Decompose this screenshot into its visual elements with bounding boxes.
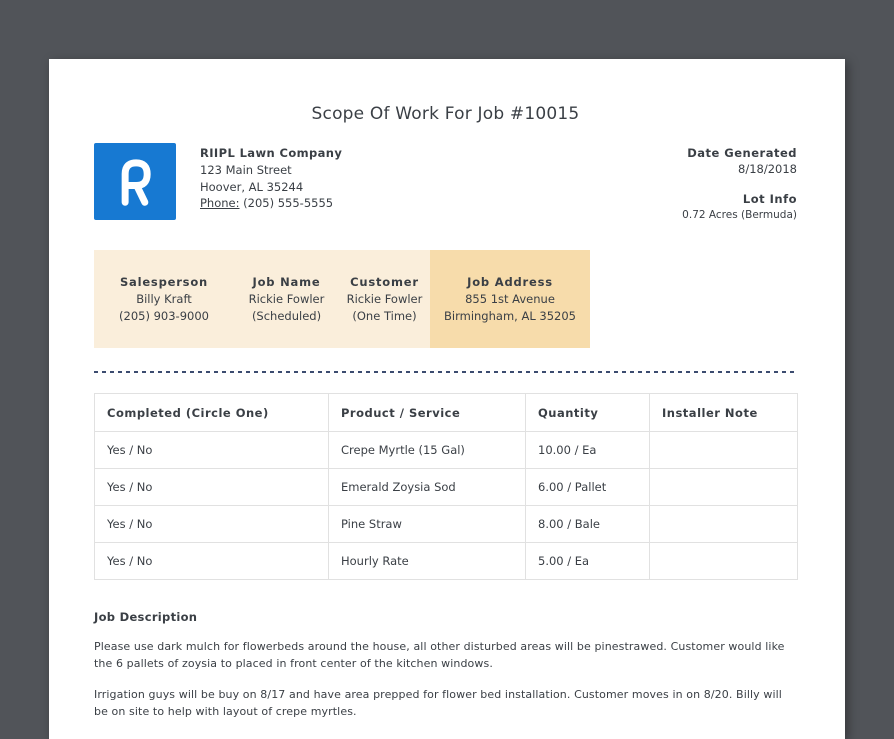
header-completed: Completed (Circle One) (94, 393, 329, 432)
dashed-divider (94, 371, 797, 373)
company-name: RIIPL Lawn Company (200, 146, 343, 160)
company-info: RIIPL Lawn Company 123 Main Street Hoove… (200, 143, 342, 212)
cell-installer-note (649, 468, 798, 506)
document-page: Scope Of Work For Job #10015 RIIPL Lawn … (49, 59, 845, 739)
salesperson-label: Salesperson (119, 275, 209, 289)
lot-info-label: Lot Info (742, 192, 797, 206)
date-generated-label: Date Generated (687, 146, 797, 160)
cell-product: Emerald Zoysia Sod (328, 468, 526, 506)
job-address-line2: Birmingham, AL 35205 (444, 308, 576, 323)
header-installer-note: Installer Note (649, 393, 798, 432)
salesperson-name: Billy Kraft (136, 292, 192, 306)
date-generated-value: 8/18/2018 (738, 162, 797, 176)
job-address-line1: 855 1st Avenue (465, 292, 555, 306)
table-header-row: Completed (Circle One) Product / Service… (94, 393, 798, 432)
cell-completed: Yes / No (94, 431, 329, 469)
cell-completed: Yes / No (94, 505, 329, 543)
phone-value: (205) 555-5555 (239, 196, 334, 210)
cell-quantity: 8.00 / Bale (525, 505, 650, 543)
job-name-status: (Scheduled) (251, 308, 322, 323)
job-description-heading: Job Description (94, 610, 198, 624)
cell-installer-note (649, 431, 798, 469)
job-description-paragraph-2: Irrigation guys will be buy on 8/17 and … (94, 688, 782, 718)
page-title: Scope Of Work For Job #10015 (311, 104, 580, 124)
cell-quantity: 5.00 / Ea (525, 542, 650, 580)
job-info-salesperson: Salesperson Billy Kraft (205) 903-9000 (94, 250, 234, 348)
job-info-customer: Customer Rickie Fowler (One Time) (339, 250, 430, 348)
job-info-job-name: Job Name Rickie Fowler (Scheduled) (234, 250, 339, 348)
salesperson-phone: (205) 903-9000 (119, 308, 209, 323)
job-info-job-address: Job Address 855 1st Avenue Birmingham, A… (430, 250, 590, 348)
header-quantity: Quantity (525, 393, 650, 432)
header-product-service: Product / Service (328, 393, 526, 432)
company-logo (94, 143, 176, 220)
customer-name: Rickie Fowler (346, 292, 423, 306)
scope-of-work-table: Completed (Circle One) Product / Service… (94, 393, 798, 580)
cell-product: Hourly Rate (328, 542, 526, 580)
cell-installer-note (649, 542, 798, 580)
cell-installer-note (649, 505, 798, 543)
job-info-band: Salesperson Billy Kraft (205) 903-9000 J… (94, 250, 590, 348)
cell-product: Crepe Myrtle (15 Gal) (328, 431, 526, 469)
customer-label: Customer (350, 275, 419, 289)
job-address-label: Job Address (467, 275, 553, 289)
cell-product: Pine Straw (328, 505, 526, 543)
document-header: RIIPL Lawn Company 123 Main Street Hoove… (94, 143, 797, 224)
document-meta: Date Generated 8/18/2018 Lot Info 0.72 A… (682, 143, 797, 224)
customer-type: (One Time) (352, 308, 417, 323)
logo-r-icon (121, 158, 151, 206)
table-row: Yes / No Hourly Rate 5.00 / Ea (94, 542, 798, 580)
cell-completed: Yes / No (94, 468, 329, 506)
job-name-value: Rickie Fowler (248, 292, 325, 306)
company-address-line2: Hoover, AL 35244 (200, 179, 304, 194)
job-name-label: Job Name (252, 275, 321, 289)
lot-info-value: 0.72 Acres (Bermuda) (682, 209, 797, 221)
job-description-paragraph-1: Please use dark mulch for flowerbeds aro… (94, 640, 785, 670)
phone-label: Phone: (200, 196, 240, 210)
company-phone: Phone: (205) 555-5555 (200, 195, 342, 212)
cell-completed: Yes / No (94, 542, 329, 580)
cell-quantity: 10.00 / Ea (525, 431, 650, 469)
table-row: Yes / No Crepe Myrtle (15 Gal) 10.00 / E… (94, 431, 798, 469)
table-row: Yes / No Pine Straw 8.00 / Bale (94, 505, 798, 543)
table-row: Yes / No Emerald Zoysia Sod 6.00 / Palle… (94, 468, 798, 506)
cell-quantity: 6.00 / Pallet (525, 468, 650, 506)
company-address-line1: 123 Main Street (200, 163, 292, 177)
